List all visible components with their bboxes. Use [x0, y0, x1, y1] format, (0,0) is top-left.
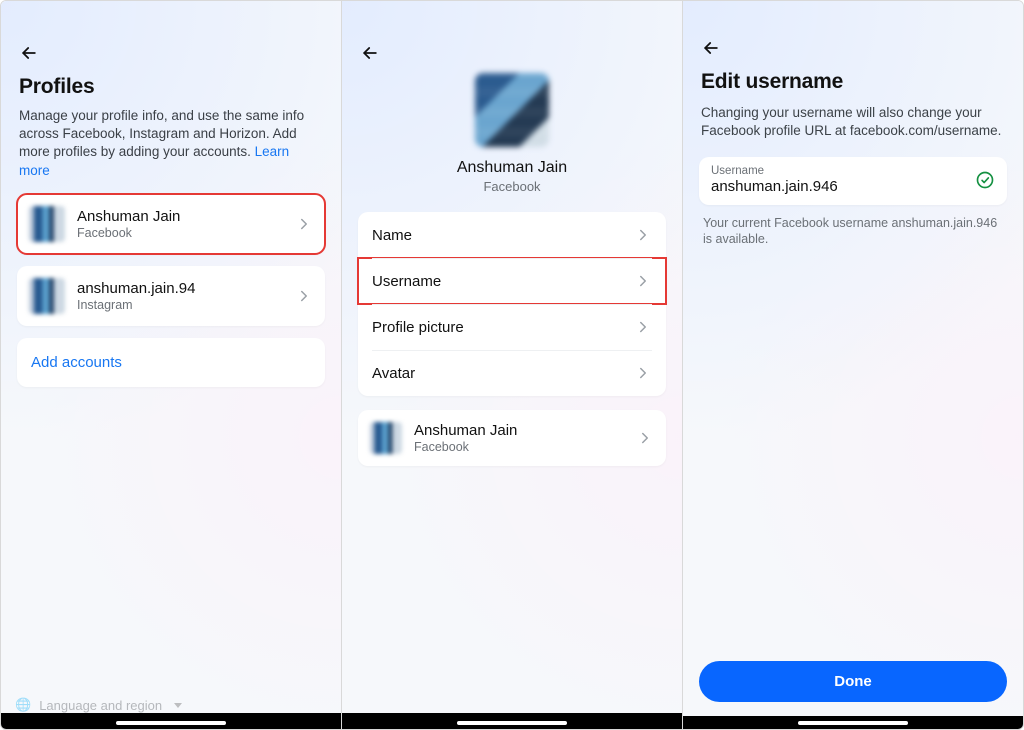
back-button[interactable]: [360, 43, 380, 63]
done-button[interactable]: Done: [699, 661, 1007, 702]
screen-profile-detail: Anshuman Jain Facebook Name Username Pro…: [342, 1, 683, 729]
home-indicator[interactable]: [457, 721, 567, 725]
profile-service: Instagram: [77, 298, 289, 312]
profile-name: Anshuman Jain: [457, 159, 567, 177]
back-button[interactable]: [701, 38, 721, 58]
back-button[interactable]: [19, 43, 39, 63]
back-arrow-icon: [19, 50, 39, 67]
field-label: Username: [711, 165, 967, 177]
status-bar-space: [342, 1, 682, 29]
profile-labels: Anshuman Jain Facebook: [77, 208, 289, 240]
page-title: Edit username: [701, 70, 1007, 94]
settings-group: Name Username Profile picture Avatar: [358, 212, 666, 396]
back-arrow-icon: [360, 50, 380, 67]
account-service: Facebook: [414, 440, 630, 454]
profile-header: Anshuman Jain Facebook: [358, 73, 666, 194]
screen-edit-username-content: Edit username Changing your username wil…: [683, 58, 1023, 661]
profile-service: Facebook: [77, 226, 289, 240]
page-subtext: Changing your username will also change …: [701, 104, 1005, 140]
avatar: [29, 206, 65, 242]
setting-label: Username: [372, 273, 628, 290]
home-indicator[interactable]: [798, 721, 908, 725]
back-arrow-icon: [701, 45, 721, 62]
chevron-right-icon: [634, 318, 652, 336]
status-bar-space: [683, 1, 1023, 24]
setting-row-name[interactable]: Name: [358, 212, 666, 258]
nav-bar: [1, 713, 341, 729]
check-circle-icon: [975, 170, 995, 190]
add-accounts-card[interactable]: Add accounts: [17, 338, 325, 387]
screen-profiles-content: Profiles Manage your profile info, and u…: [1, 63, 341, 697]
peek-row-language: 🌐 Language and region: [1, 697, 341, 713]
home-indicator[interactable]: [116, 721, 226, 725]
add-accounts-button[interactable]: Add accounts: [17, 338, 325, 387]
chevron-right-icon: [295, 215, 313, 233]
triptych-container: Profiles Manage your profile info, and u…: [0, 0, 1024, 730]
avatar: [370, 422, 402, 454]
done-wrap: Done: [683, 661, 1023, 716]
globe-icon: 🌐: [15, 697, 31, 713]
setting-row-avatar[interactable]: Avatar: [358, 350, 666, 396]
chevron-right-icon: [636, 429, 654, 447]
nav-bar: [342, 713, 682, 729]
chevron-right-icon: [295, 287, 313, 305]
chevron-right-icon: [634, 364, 652, 382]
availability-text: Your current Facebook username anshuman.…: [703, 215, 1003, 249]
chevron-right-icon: [634, 226, 652, 244]
setting-label: Avatar: [372, 365, 628, 382]
peek-row-label: Language and region: [39, 698, 162, 713]
avatar: [475, 73, 549, 147]
screen-profiles: Profiles Manage your profile info, and u…: [1, 1, 342, 729]
username-field[interactable]: Username anshuman.jain.946: [699, 157, 1007, 205]
setting-label: Name: [372, 227, 628, 244]
chevron-down-icon: [174, 703, 182, 708]
page-description: Manage your profile info, and use the sa…: [19, 107, 323, 180]
setting-row-profile-picture[interactable]: Profile picture: [358, 304, 666, 350]
avatar: [29, 278, 65, 314]
screen-profile-detail-content: Anshuman Jain Facebook Name Username Pro…: [342, 63, 682, 713]
profile-row-facebook[interactable]: Anshuman Jain Facebook: [17, 194, 325, 254]
account-labels: Anshuman Jain Facebook: [414, 422, 630, 454]
page-title: Profiles: [19, 75, 325, 99]
profile-row-instagram[interactable]: anshuman.jain.94 Instagram: [17, 266, 325, 326]
screen-edit-username: Edit username Changing your username wil…: [683, 1, 1023, 729]
account-name: Anshuman Jain: [414, 422, 630, 439]
profile-service: Facebook: [483, 179, 540, 194]
status-bar-space: [1, 1, 341, 29]
setting-row-username[interactable]: Username: [358, 258, 666, 304]
chevron-right-icon: [634, 272, 652, 290]
nav-bar: [683, 716, 1023, 729]
profile-labels: anshuman.jain.94 Instagram: [77, 280, 289, 312]
profile-name: Anshuman Jain: [77, 208, 289, 225]
setting-label: Profile picture: [372, 319, 628, 336]
account-row[interactable]: Anshuman Jain Facebook: [358, 410, 666, 466]
profile-name: anshuman.jain.94: [77, 280, 289, 297]
field-value: anshuman.jain.946: [711, 178, 967, 195]
